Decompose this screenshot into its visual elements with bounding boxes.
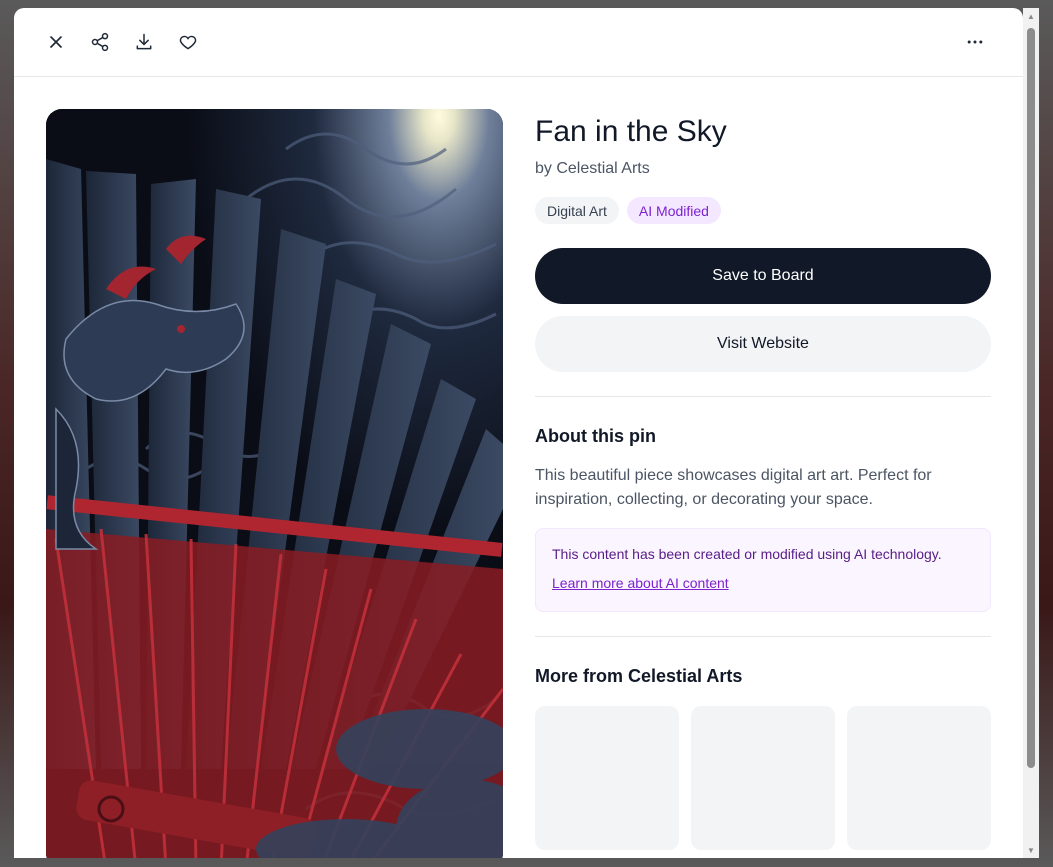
ai-learn-more-link[interactable]: Learn more about AI content	[552, 575, 729, 591]
close-icon	[50, 36, 62, 48]
scroll-down-arrow[interactable]: ▼	[1023, 842, 1039, 858]
close-button[interactable]	[42, 28, 70, 56]
section-divider	[535, 396, 991, 397]
more-from-thumbnails	[535, 706, 991, 850]
pin-title: Fan in the Sky	[535, 115, 727, 148]
favorite-button[interactable]	[174, 28, 202, 56]
pin-details: Fan in the Sky by Celestial Arts Digital…	[535, 109, 991, 850]
ai-notice-text: This content has been created or modifie…	[552, 546, 942, 562]
visit-website-button[interactable]: Visit Website	[535, 316, 991, 372]
ai-notice: This content has been created or modifie…	[535, 528, 991, 612]
about-heading: About this pin	[535, 426, 656, 446]
thumbnail-placeholder[interactable]	[691, 706, 835, 850]
more-from-heading: More from Celestial Arts	[535, 666, 743, 686]
share-icon	[91, 32, 109, 52]
tag-list: Digital Art AI Modified	[535, 197, 991, 224]
fan-artwork	[46, 109, 503, 858]
section-divider	[535, 636, 991, 637]
pin-description: This beautiful piece showcases digital a…	[535, 467, 932, 508]
tag-ai-modified[interactable]: AI Modified	[626, 197, 721, 224]
modal-toolbar	[14, 8, 1023, 77]
thumbnail-placeholder[interactable]	[535, 706, 679, 850]
more-horizontal-icon	[967, 40, 983, 44]
scroll-thumb[interactable]	[1027, 28, 1035, 768]
share-button[interactable]	[86, 28, 114, 56]
pin-author[interactable]: by Celestial Arts	[535, 160, 991, 178]
tag-digital-art[interactable]: Digital Art	[535, 197, 619, 224]
pin-image[interactable]	[46, 109, 503, 858]
download-icon	[136, 33, 152, 50]
more-options-button[interactable]	[961, 28, 989, 56]
save-to-board-button[interactable]: Save to Board	[535, 248, 991, 304]
modal-scrollbar[interactable]: ▲ ▼	[1023, 8, 1039, 858]
modal-content: Fan in the Sky by Celestial Arts Digital…	[14, 77, 1023, 858]
pin-modal: Fan in the Sky by Celestial Arts Digital…	[14, 8, 1023, 858]
download-button[interactable]	[130, 28, 158, 56]
heart-icon	[179, 35, 197, 50]
thumbnail-placeholder[interactable]	[847, 706, 991, 850]
scroll-up-arrow[interactable]: ▲	[1023, 8, 1039, 24]
